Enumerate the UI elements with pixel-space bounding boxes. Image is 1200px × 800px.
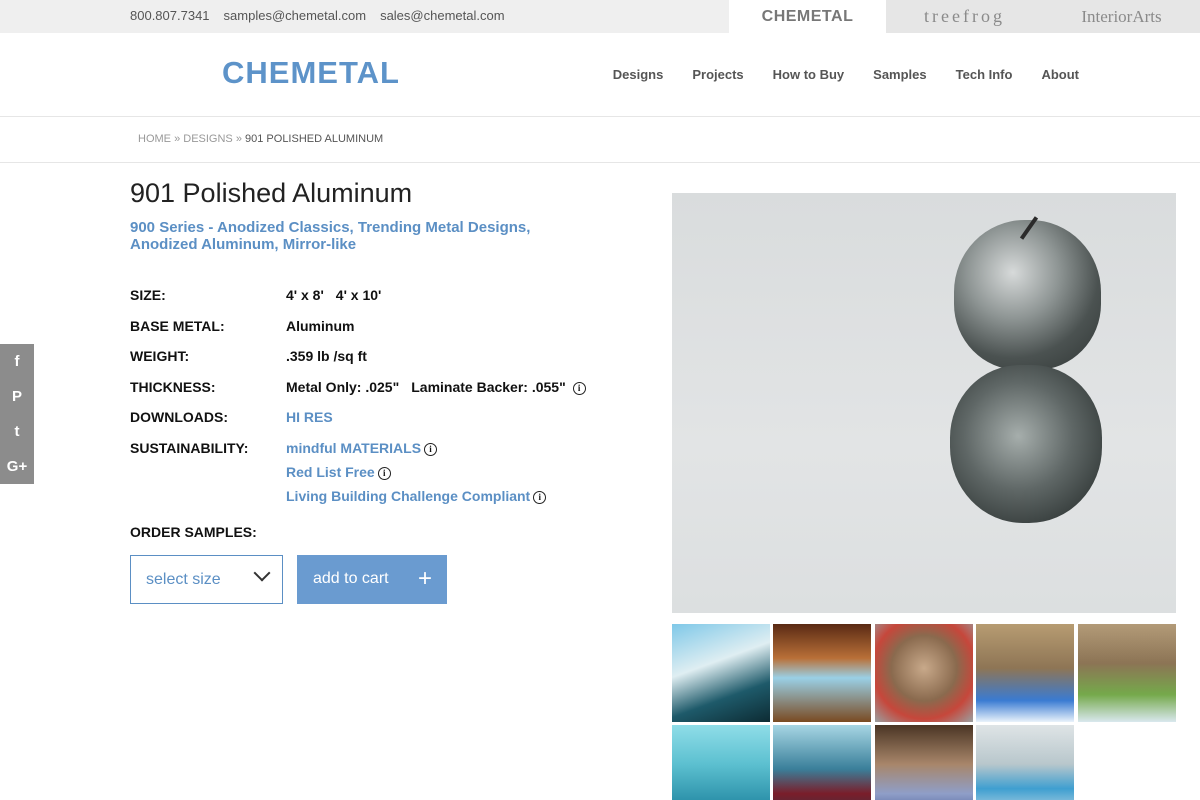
- living-building-challenge-link[interactable]: Living Building Challenge Compliant: [286, 488, 530, 504]
- social-share-bar: f P t G+: [0, 344, 34, 484]
- spec-value: .359 lb /sq ft: [286, 348, 367, 364]
- spec-value: 4' x 8' 4' x 10': [286, 287, 381, 303]
- site-header: CHEMETAL Designs Projects How to Buy Sam…: [0, 33, 1200, 117]
- project-thumbnail[interactable]: [773, 725, 871, 800]
- nav-projects[interactable]: Projects: [692, 67, 743, 82]
- breadcrumb-bar: HOME » DESIGNS » 901 POLISHED ALUMINUM: [0, 117, 1200, 163]
- chevron-down-icon: [253, 564, 271, 582]
- breadcrumb-separator: »: [235, 133, 242, 145]
- project-thumbnail[interactable]: [875, 624, 973, 722]
- main-nav: Designs Projects How to Buy Samples Tech…: [613, 67, 1079, 82]
- spec-label: SIZE:: [130, 287, 166, 303]
- nav-samples[interactable]: Samples: [873, 67, 926, 82]
- plus-icon: +: [417, 565, 432, 592]
- nav-designs[interactable]: Designs: [613, 67, 664, 82]
- phone-number[interactable]: 800.807.7341: [130, 8, 210, 23]
- sales-email[interactable]: sales@chemetal.com: [380, 8, 504, 23]
- order-samples-label: ORDER SAMPLES:: [130, 524, 257, 540]
- breadcrumb-separator: »: [174, 133, 181, 145]
- spec-label: DOWNLOADS:: [130, 409, 228, 425]
- breadcrumb: HOME » DESIGNS » 901 POLISHED ALUMINUM: [138, 133, 383, 145]
- project-thumbnail[interactable]: [672, 624, 770, 722]
- breadcrumb-designs[interactable]: DESIGNS: [183, 133, 233, 145]
- breadcrumb-current: 901 POLISHED ALUMINUM: [245, 133, 384, 145]
- product-categories[interactable]: 900 Series - Anodized Classics, Trending…: [130, 219, 600, 253]
- add-to-cart-label: add to cart: [313, 570, 389, 587]
- samples-email[interactable]: samples@chemetal.com: [224, 8, 367, 23]
- spec-label: THICKNESS:: [130, 379, 216, 395]
- size-option: 4' x 10': [335, 287, 382, 303]
- mindful-materials-link[interactable]: mindful MATERIALS: [286, 440, 421, 456]
- page-title: 901 Polished Aluminum: [130, 178, 413, 208]
- spec-value: Aluminum: [286, 318, 355, 334]
- project-thumbnail[interactable]: [976, 624, 1074, 722]
- info-icon[interactable]: i: [533, 491, 547, 504]
- spec-label: WEIGHT:: [130, 348, 190, 364]
- twitter-icon[interactable]: t: [0, 414, 34, 449]
- spec-value: mindful MATERIALS i: [286, 440, 438, 456]
- brand-tabs: CHEMETAL treefrog InteriorArts: [729, 0, 1200, 33]
- project-thumbnail[interactable]: [875, 725, 973, 800]
- add-to-cart-button[interactable]: add to cart +: [297, 555, 447, 604]
- spec-value: Metal Only: .025" Laminate Backer: .055" …: [286, 379, 586, 395]
- project-thumbnail[interactable]: [1078, 624, 1176, 722]
- spec-label: BASE METAL:: [130, 318, 225, 334]
- breadcrumb-home[interactable]: HOME: [138, 133, 171, 145]
- brand-tab-chemetal[interactable]: CHEMETAL: [729, 0, 886, 33]
- thickness-metal: Metal Only: .025": [286, 379, 400, 395]
- size-select-placeholder: select size: [146, 571, 221, 588]
- brand-tab-interiorarts[interactable]: InteriorArts: [1043, 0, 1200, 33]
- nav-about[interactable]: About: [1041, 67, 1079, 82]
- top-bar: 800.807.7341 samples@chemetal.com sales@…: [0, 0, 1200, 33]
- project-thumbnail[interactable]: [672, 725, 770, 800]
- pinterest-icon[interactable]: P: [0, 379, 34, 414]
- thickness-laminate: Laminate Backer: .055": [411, 379, 566, 395]
- spec-label: SUSTAINABILITY:: [130, 440, 249, 456]
- size-select[interactable]: select size: [130, 555, 283, 604]
- chemetal-logo[interactable]: CHEMETAL: [222, 55, 400, 91]
- nav-tech-info[interactable]: Tech Info: [956, 67, 1013, 82]
- facebook-icon[interactable]: f: [0, 344, 34, 379]
- spec-value: Living Building Challenge Compliant i: [286, 488, 547, 504]
- product-image[interactable]: [672, 193, 1176, 613]
- size-option: 4' x 8': [286, 287, 324, 303]
- info-icon[interactable]: i: [572, 382, 586, 395]
- contact-info: 800.807.7341 samples@chemetal.com sales@…: [130, 8, 505, 23]
- info-icon[interactable]: i: [424, 443, 438, 456]
- project-thumbnail[interactable]: [976, 725, 1074, 800]
- google-plus-icon[interactable]: G+: [0, 449, 34, 484]
- hi-res-download-link[interactable]: HI RES: [286, 409, 333, 425]
- info-icon[interactable]: i: [377, 467, 391, 480]
- apple-reflection-shape: [950, 365, 1102, 523]
- nav-how-to-buy[interactable]: How to Buy: [773, 67, 845, 82]
- project-thumbnail[interactable]: [773, 624, 871, 722]
- spec-value: Red List Free i: [286, 464, 391, 480]
- apple-top-shape: [954, 220, 1101, 370]
- red-list-free-link[interactable]: Red List Free: [286, 464, 375, 480]
- brand-tab-treefrog[interactable]: treefrog: [886, 0, 1043, 33]
